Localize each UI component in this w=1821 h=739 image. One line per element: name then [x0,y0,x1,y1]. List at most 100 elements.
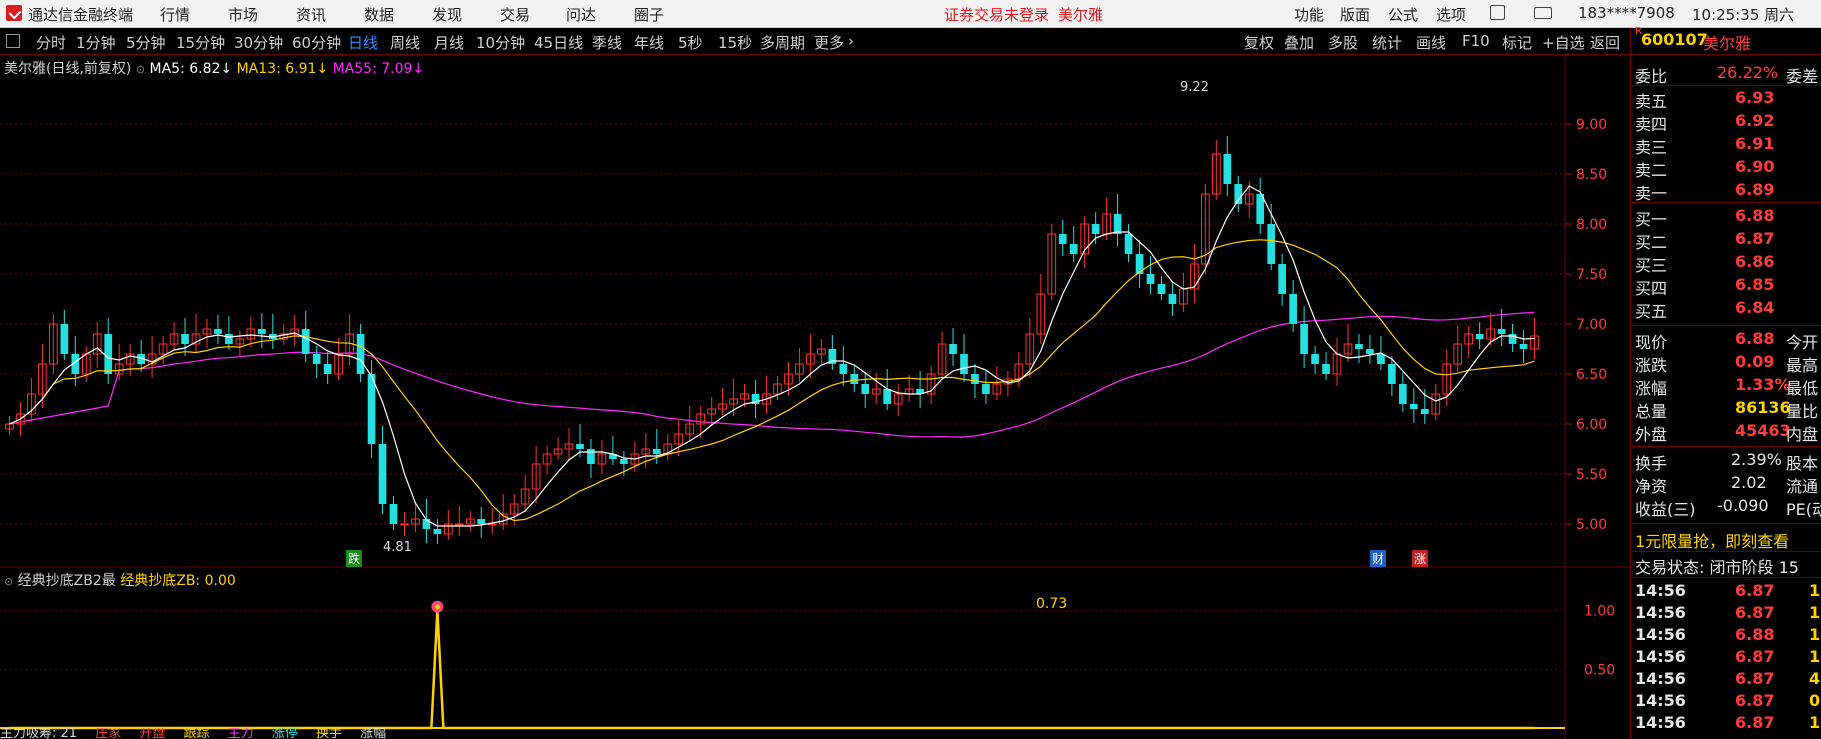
menu-shichang[interactable]: 市场 [228,4,258,25]
tag-rise[interactable]: 涨 [1412,550,1429,567]
period-fenshi[interactable]: 分时 [36,32,66,53]
login-warning[interactable]: 证券交易未登录 [944,4,1049,25]
bottom-item: 涨停 [271,728,298,739]
period-daily[interactable]: 日线 [348,32,378,53]
menu-wenda[interactable]: 问达 [566,4,596,25]
period-15min[interactable]: 15分钟 [176,32,225,53]
tool-biaoji[interactable]: 标记 [1502,32,1532,53]
ma13-path [9,239,1535,522]
tool-duogu[interactable]: 多股 [1328,32,1358,53]
mail-icon[interactable] [1534,7,1552,19]
indicator-series [9,600,1535,730]
period-60min[interactable]: 60分钟 [292,32,341,53]
bid-price: 6.87 [1735,229,1775,248]
candle-body [982,384,990,394]
menu-hangqing[interactable]: 行情 [160,4,190,25]
tag-fall[interactable]: 跌 [346,550,363,567]
ask-label: 卖三 [1635,138,1668,157]
menu-banmian[interactable]: 版面 [1340,4,1370,25]
tool-fuquan[interactable]: 复权 [1244,32,1274,53]
candle-body [1168,294,1177,304]
stat-right-label: PE(动 [1786,500,1821,519]
price-tick-label: 9.00 [1576,117,1607,133]
ask-label: 卖一 [1635,184,1668,203]
candle-body [301,329,310,354]
period-15s[interactable]: 15秒 [718,32,752,53]
bottom-item: 换手 [315,728,342,739]
menu-shuju[interactable]: 数据 [364,4,394,25]
bid-label: 买二 [1635,233,1668,252]
candle-body [433,529,442,534]
chevron-right-icon[interactable]: › [848,32,854,50]
menu-jiaoyi[interactable]: 交易 [500,4,530,25]
stat-label: 现价 [1635,333,1668,352]
candle-body [620,459,628,464]
bottom-item: 开盘 [139,728,166,739]
main-legend: 美尔雅(日线,前复权) ⊙ MA5: 6.82↓ MA13: 6.91↓ MA5… [4,58,424,78]
bottom-indicator-strip: 主力吸筹: 21 庄家 开盘 跟踪 主力 涨停 换手 涨幅 [0,728,1630,739]
period-5s[interactable]: 5秒 [678,32,703,53]
tool-back[interactable]: 返回 [1590,32,1620,53]
menu-faxian[interactable]: 发现 [432,4,462,25]
bottom-item: 主力 [227,728,254,739]
period-45day[interactable]: 45日线 [534,32,583,53]
chevron-down-icon[interactable]: ⊙ [4,575,13,588]
menu-xuanxiang[interactable]: 选项 [1436,4,1466,25]
candle-body [949,344,957,354]
candle-body [960,354,968,374]
ma13-value: MA13: 6.91 [236,61,317,77]
period-quarter[interactable]: 季线 [592,32,622,53]
chevron-down-icon[interactable]: ⊙ [136,63,145,76]
candle-body [60,324,69,354]
kline-chart[interactable]: 9.00 8.50 8.00 7.50 7.00 6.50 6.00 5.50 5.00 1.00… [0,54,1630,739]
candle-body [1278,264,1287,294]
period-toolbar: 分时 1分钟 5分钟 15分钟 30分钟 60分钟 日线 周线 月线 10分钟 … [0,28,1630,55]
stock-code: 600107 [1641,30,1708,49]
clock: 10:25:35 周六 [1692,6,1795,24]
period-5min[interactable]: 5分钟 [126,32,166,53]
candle-body [652,449,661,454]
stat-right-label: 今开 [1786,333,1819,352]
period-10min[interactable]: 10分钟 [476,32,525,53]
tool-f10[interactable]: F10 [1462,32,1490,50]
menu-quanzi[interactable]: 圈子 [634,4,664,25]
ma5-value: MA5: 6.82 [149,61,221,77]
candle-body [1322,364,1330,374]
promo-banner[interactable]: 1元限量抢，即刻查看 [1635,528,1789,552]
stat-value: 0.09 [1735,352,1775,371]
bid-label: 买五 [1635,302,1668,321]
candle-body [181,334,189,344]
menu-gongshi[interactable]: 公式 [1388,4,1418,25]
tool-diejia[interactable]: 叠加 [1284,32,1314,53]
tag-financial[interactable]: 财 [1370,550,1387,567]
tick-time: 14:56 [1635,647,1686,666]
period-multi[interactable]: 多周期 [760,32,805,53]
period-year[interactable]: 年线 [634,32,664,53]
high-price-label: 9.22 [1180,80,1209,95]
panel-toggle-icon[interactable] [6,34,20,48]
period-30min[interactable]: 30分钟 [234,32,283,53]
ask-price: 6.90 [1735,157,1775,176]
menu-zixun[interactable]: 资讯 [296,4,326,25]
period-weekly[interactable]: 周线 [390,32,420,53]
tool-tongji[interactable]: 统计 [1372,32,1402,53]
period-1min[interactable]: 1分钟 [76,32,116,53]
tick-volume: 1 [1809,713,1821,732]
menu-gongneng[interactable]: 功能 [1294,4,1324,25]
tool-huaxian[interactable]: 画线 [1416,32,1446,53]
stat-label: 涨跌 [1635,356,1668,375]
app-title: 通达信金融终端 [28,6,134,24]
tool-add-watchlist[interactable]: +自选 [1542,32,1585,53]
candle-body [1091,224,1100,234]
user-phone[interactable]: 183****7908 [1578,4,1675,22]
period-more[interactable]: 更多 [814,32,844,53]
candle-body [1366,349,1374,354]
tick-time: 14:56 [1635,581,1686,600]
period-monthly[interactable]: 月线 [434,32,464,53]
bottom-item: 庄家 [95,728,122,739]
price-tick-label: 7.50 [1576,267,1607,283]
calculator-icon[interactable] [1490,5,1505,20]
indicator-value: 经典抄底ZB: 0.00 [120,573,236,589]
stat-label: 总量 [1635,402,1668,421]
candle-body [477,519,486,524]
